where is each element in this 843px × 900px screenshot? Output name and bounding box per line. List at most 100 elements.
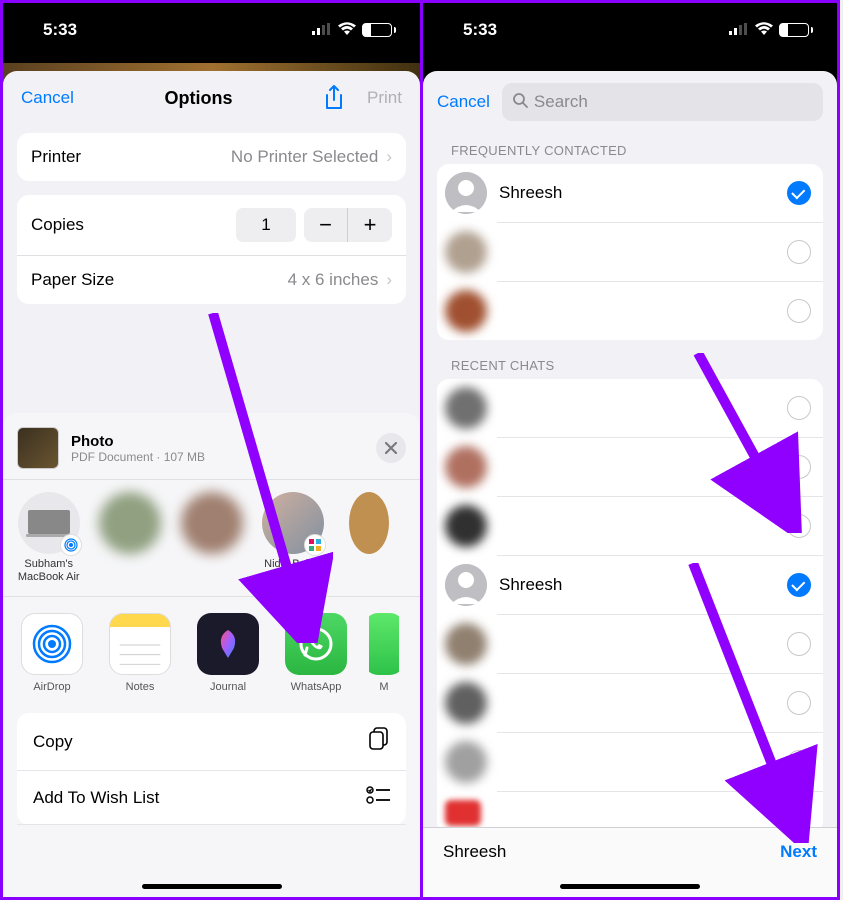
app-airdrop[interactable]: AirDrop [17, 613, 87, 693]
avatar [445, 290, 487, 332]
paper-size-row[interactable]: Paper Size 4 x 6 inches › [17, 256, 406, 304]
avatar-placeholder-icon [445, 564, 487, 606]
checkbox-icon[interactable] [787, 396, 811, 420]
status-time: 5:33 [43, 20, 77, 40]
app-whatsapp[interactable]: WhatsApp [281, 613, 351, 693]
copy-action[interactable]: Copy [17, 713, 406, 771]
document-thumbnail [17, 427, 59, 469]
contact-row[interactable]: Shreesh [437, 556, 823, 614]
checkbox-icon[interactable] [787, 240, 811, 264]
wifi-icon [755, 20, 773, 40]
frequent-list: Shreesh [437, 164, 823, 340]
cellular-icon [312, 20, 332, 40]
copy-label: Copy [33, 732, 73, 752]
section-header-frequent: FREQUENTLY CONTACTED [423, 125, 837, 164]
minus-icon[interactable]: − [304, 208, 348, 242]
cancel-button[interactable]: Cancel [21, 88, 74, 108]
share-icon[interactable] [323, 85, 345, 111]
contact-suggestion[interactable] [180, 492, 243, 584]
contact-row[interactable] [437, 438, 823, 496]
paper-size-label: Paper Size [31, 270, 288, 290]
wishlist-label: Add To Wish List [33, 788, 159, 808]
copies-stepper[interactable]: − + [304, 208, 392, 242]
avatar [445, 231, 487, 273]
avatar [445, 387, 487, 429]
printer-label: Printer [31, 147, 231, 167]
wishlist-action[interactable]: Add To Wish List [17, 771, 406, 825]
contact-row[interactable] [437, 733, 823, 791]
checkbox-icon[interactable] [787, 632, 811, 656]
contact-row[interactable] [437, 223, 823, 281]
paper-size-value: 4 x 6 inches [288, 270, 379, 290]
contact-row[interactable] [437, 615, 823, 673]
checkbox-icon[interactable] [787, 455, 811, 479]
contact-suggestion[interactable]: Nidhi Bohra [261, 492, 324, 584]
checkbox-checked-icon[interactable] [787, 573, 811, 597]
avatar [445, 505, 487, 547]
right-screenshot: 5:33 29 Cancel Search FREQUE [420, 0, 840, 900]
checkbox-icon[interactable] [787, 691, 811, 715]
printer-row[interactable]: Printer No Printer Selected › [17, 133, 406, 181]
wishlist-icon [366, 785, 390, 810]
left-screenshot: 5:33 29 Cancel Options Print [0, 0, 420, 900]
section-header-recent: RECENT CHATS [423, 340, 837, 379]
search-input[interactable]: Search [502, 83, 823, 121]
whatsapp-picker-sheet: Cancel Search FREQUENTLY CONTACTED Shree… [423, 71, 837, 897]
battery-icon: 29 [779, 23, 813, 37]
airdrop-target[interactable]: Subham's MacBook Air [17, 492, 80, 584]
contact-row[interactable]: Shreesh [437, 164, 823, 222]
contact-suggestion[interactable] [98, 492, 161, 584]
whatsapp-icon [285, 613, 347, 675]
contact-row[interactable] [437, 379, 823, 437]
avatar [445, 623, 487, 665]
avatar-placeholder-icon [445, 172, 487, 214]
status-bar: 5:33 29 [423, 3, 837, 63]
checkbox-icon[interactable] [787, 750, 811, 774]
copies-value[interactable]: 1 [236, 208, 296, 242]
checkbox-icon[interactable] [787, 299, 811, 323]
printer-value: No Printer Selected [231, 147, 378, 167]
contact-suggestion[interactable] [343, 492, 406, 584]
search-placeholder: Search [534, 92, 588, 112]
contact-name: Shreesh [499, 575, 775, 595]
share-title: Photo [71, 433, 205, 450]
print-button[interactable]: Print [367, 88, 402, 108]
contact-row[interactable] [437, 282, 823, 340]
airdrop-icon [21, 613, 83, 675]
avatar [445, 446, 487, 488]
app-journal[interactable]: Journal [193, 613, 263, 693]
checkbox-checked-icon[interactable] [787, 181, 811, 205]
close-icon[interactable] [376, 433, 406, 463]
status-bar: 5:33 29 [3, 3, 420, 63]
contact-name: Shreesh [499, 183, 775, 203]
contact-row[interactable] [437, 674, 823, 732]
wifi-icon [338, 20, 356, 40]
person-label: Nidhi Bohra [264, 558, 321, 571]
app-notes[interactable]: Notes [105, 613, 175, 693]
person-label: Subham's MacBook Air [17, 558, 80, 584]
home-indicator[interactable] [142, 884, 282, 889]
contact-row[interactable] [437, 792, 823, 827]
chevron-right-icon: › [386, 147, 392, 167]
app-badge-icon [304, 534, 326, 556]
messages-icon [369, 613, 399, 675]
journal-icon [197, 613, 259, 675]
notes-icon [109, 613, 171, 675]
app-more[interactable]: M [369, 613, 399, 693]
share-subtitle: PDF Document · 107 MB [71, 450, 205, 464]
cellular-icon [729, 20, 749, 40]
cancel-button[interactable]: Cancel [437, 92, 490, 112]
search-icon [512, 92, 528, 113]
copies-label: Copies [31, 215, 236, 235]
chevron-right-icon: › [386, 270, 392, 290]
copies-row: Copies 1 − + [17, 195, 406, 256]
apps-row[interactable]: AirDrop Notes Journal [3, 597, 420, 707]
next-button[interactable]: Next [780, 842, 817, 862]
home-indicator[interactable] [560, 884, 700, 889]
plus-icon[interactable]: + [348, 208, 392, 242]
people-row[interactable]: Subham's MacBook Air Nidhi Bo [3, 479, 420, 597]
contact-row[interactable] [437, 497, 823, 555]
recent-list: Shreesh [437, 379, 823, 827]
avatar [445, 741, 487, 783]
checkbox-icon[interactable] [787, 514, 811, 538]
